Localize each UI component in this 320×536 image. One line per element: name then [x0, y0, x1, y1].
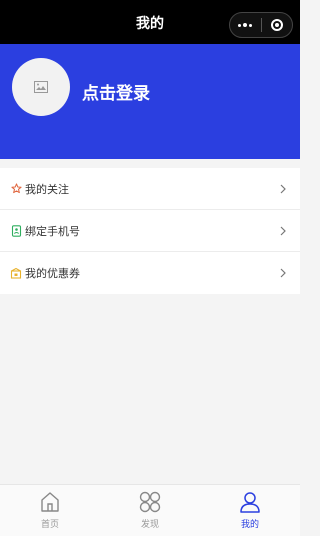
chevron-right-icon: [280, 268, 286, 278]
target-circle-icon: [270, 19, 283, 31]
navigation-bar: 我的: [0, 0, 300, 44]
mini-program-capsule: [229, 12, 293, 38]
user-icon: [240, 492, 260, 513]
more-button[interactable]: [230, 13, 261, 37]
menu-item-label: 我的关注: [25, 182, 69, 196]
menu-item-bind-phone[interactable]: 绑定手机号: [0, 210, 300, 252]
tab-label: 首页: [40, 520, 59, 530]
tab-label: 发现: [140, 520, 159, 530]
menu-list: 我的关注 绑定手机号 我的优惠券: [0, 168, 300, 294]
login-link[interactable]: 点击登录: [82, 79, 150, 104]
star-icon: [9, 182, 23, 196]
coupon-icon: [9, 266, 23, 280]
tab-mine[interactable]: 我的: [200, 485, 300, 536]
more-dots-icon: [238, 23, 253, 27]
image-placeholder-icon: [34, 81, 48, 93]
close-button[interactable]: [262, 13, 293, 37]
chevron-right-icon: [280, 184, 286, 193]
menu-item-coupons[interactable]: 我的优惠券: [0, 252, 300, 294]
menu-item-label: 绑定手机号: [25, 224, 80, 238]
phone-icon: [9, 224, 23, 238]
discover-grid-icon: [139, 491, 161, 513]
tab-home[interactable]: 首页: [0, 485, 100, 536]
home-icon: [41, 492, 59, 512]
avatar[interactable]: [12, 58, 70, 116]
menu-item-follow[interactable]: 我的关注: [0, 168, 300, 210]
tab-bar: 首页 发现 我的: [0, 484, 300, 536]
profile-header: 点击登录: [0, 44, 300, 159]
tab-label: 我的: [240, 520, 259, 530]
tab-discover[interactable]: 发现: [100, 485, 200, 536]
menu-item-label: 我的优惠券: [25, 267, 80, 280]
chevron-right-icon: [280, 226, 286, 235]
